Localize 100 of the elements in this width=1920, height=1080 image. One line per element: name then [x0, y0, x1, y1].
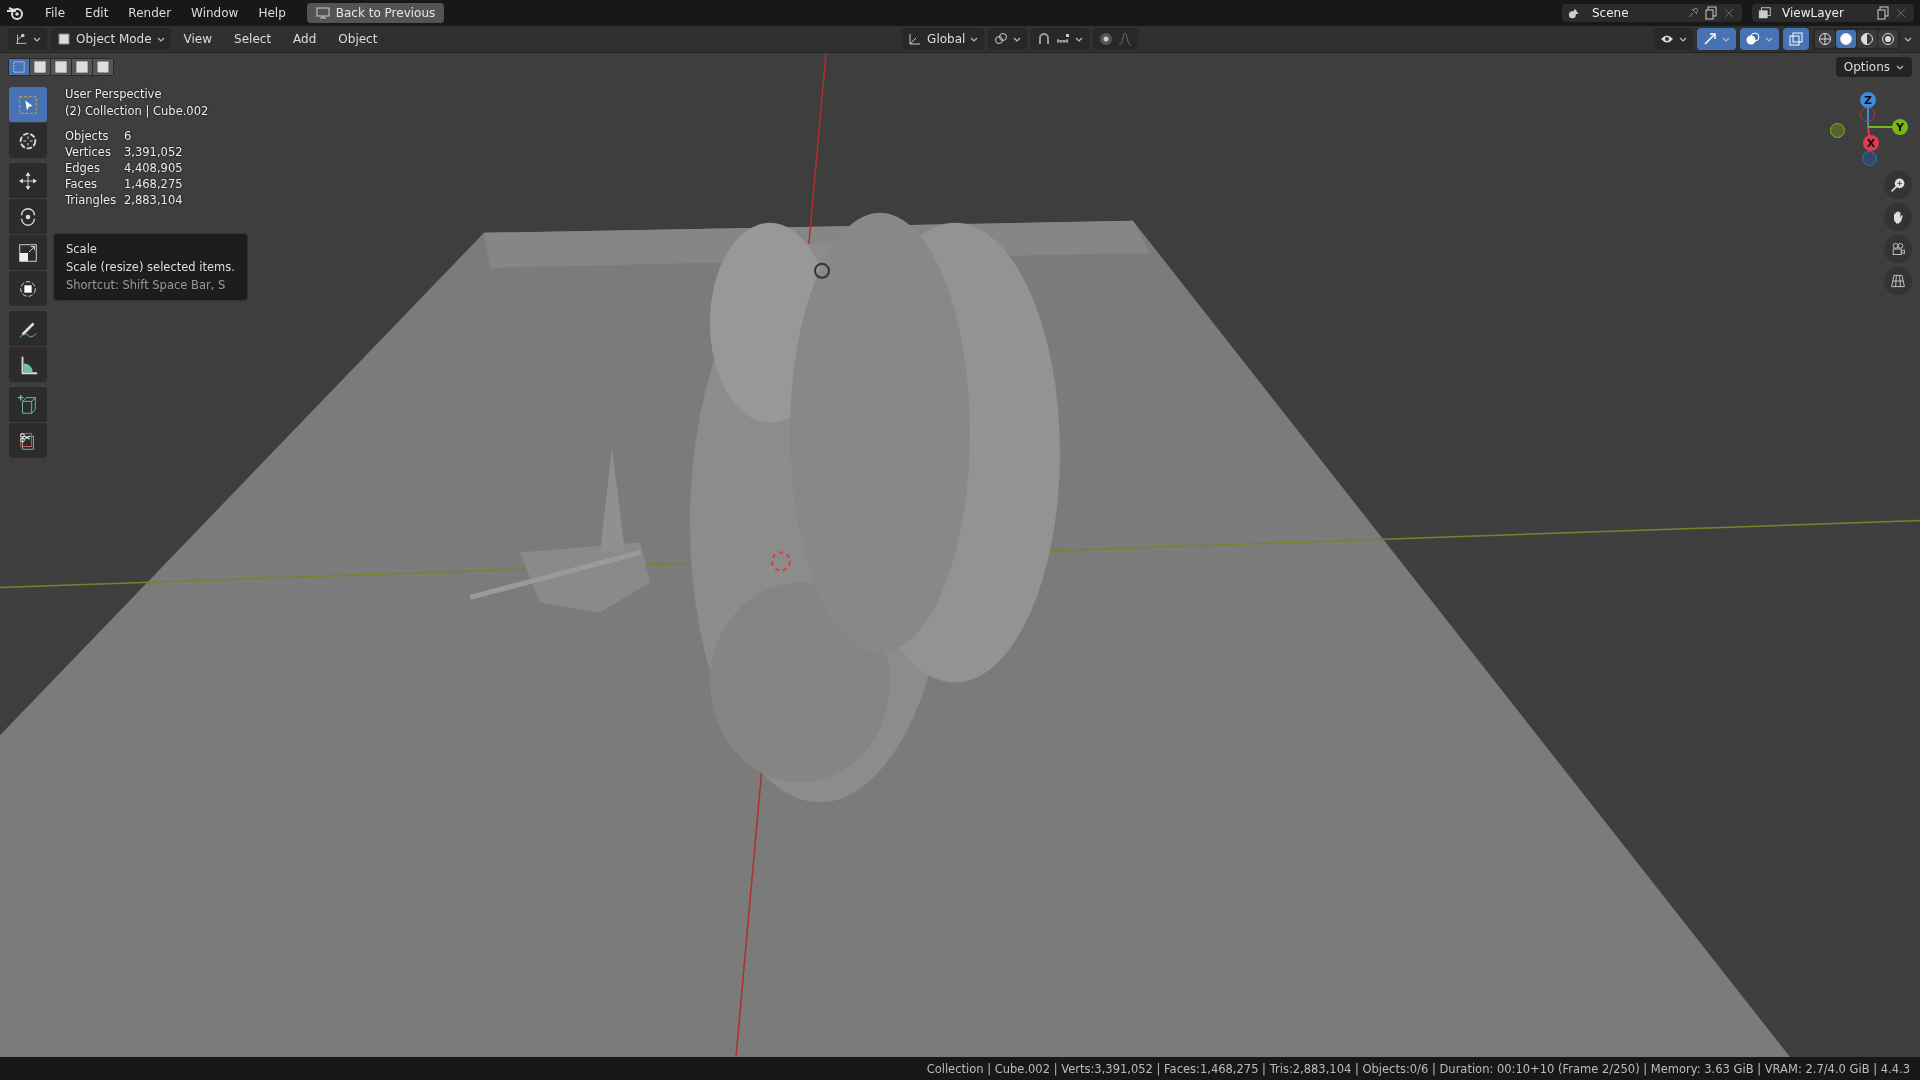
- squares-icon: [76, 61, 88, 73]
- caret-icon[interactable]: [1904, 36, 1912, 42]
- stat-label: Edges: [65, 161, 101, 175]
- mode-dropdown[interactable]: Object Mode: [51, 28, 171, 50]
- ruler-icon: [1056, 32, 1071, 46]
- snap-dropdown[interactable]: [1031, 28, 1090, 50]
- add-cube-tool-button[interactable]: [9, 387, 47, 422]
- editor-type-button[interactable]: [8, 28, 47, 50]
- link-icon: [994, 32, 1009, 46]
- monitor-icon: [315, 6, 330, 20]
- caret-icon: [1896, 64, 1904, 70]
- move-arrows-icon: [17, 169, 39, 192]
- stat-value: 4,408,905: [124, 161, 184, 175]
- shading-mode-button[interactable]: [1815, 30, 1835, 48]
- visibility-toggle[interactable]: [1654, 28, 1693, 50]
- circle-dot-icon: [1099, 32, 1114, 46]
- add-cube-icon: [17, 393, 39, 416]
- caret-icon: [1013, 36, 1022, 42]
- shading-mode-button[interactable]: [1857, 30, 1877, 48]
- menu-item[interactable]: Object: [329, 29, 387, 49]
- stat-value: 3,391,052: [124, 145, 184, 159]
- selection-mode-button[interactable]: [93, 59, 113, 75]
- caret-icon: [970, 36, 979, 42]
- gizmo-toggle[interactable]: [1697, 28, 1736, 50]
- menu-item[interactable]: Select: [225, 29, 281, 49]
- blender-logo-icon[interactable]: [6, 5, 26, 21]
- squares-icon: [13, 61, 25, 73]
- menu-item[interactable]: View: [174, 29, 222, 49]
- axes-icon: [908, 32, 923, 46]
- grid-icon: [1890, 272, 1906, 290]
- status-bar-text: Collection | Cube.002 | Verts:3,391,052 | Faces:1,468,275 | Tris:2,883,104 | Objects:0/6 | Duration: 00:10+10 (Frame 2/250) | Memory: 3.63 GiB | VRAM: 2.7/4.0 GiB | 4.4.3: [926, 1061, 1910, 1076]
- caret-icon: [156, 36, 165, 42]
- menu-item[interactable]: Edit: [76, 3, 118, 23]
- selection-mode-button[interactable]: [72, 59, 92, 75]
- copy-icon[interactable]: [1704, 6, 1718, 20]
- tooltip-title: Scale: [66, 242, 98, 256]
- stat-value: 6: [124, 129, 133, 143]
- squares-icon: [34, 61, 46, 73]
- xray-squares-icon: [1789, 32, 1803, 46]
- magnifier-icon: [1890, 176, 1906, 194]
- sphere-icon: [1818, 32, 1832, 46]
- falloff-curve-icon: [1118, 32, 1133, 46]
- menu-item[interactable]: Add: [284, 29, 326, 49]
- cursor-tool-button[interactable]: [9, 123, 47, 158]
- back-to-previous-button[interactable]: Back to Previous: [306, 3, 445, 23]
- close-icon[interactable]: [1894, 6, 1908, 20]
- scale-icon: [17, 241, 39, 264]
- stat-label: Faces: [65, 177, 98, 191]
- magnet-icon: [1037, 32, 1052, 46]
- cube-icon: [57, 32, 71, 46]
- proportional-edit-button[interactable]: [1093, 28, 1139, 50]
- stat-value: 2,883,104: [124, 193, 184, 207]
- overlay-toggle[interactable]: [1740, 28, 1779, 50]
- move-tool-button[interactable]: [9, 163, 47, 198]
- sphere-icon: [1839, 32, 1853, 46]
- tooltip-shortcut: Shortcut: Shift Space Bar, S: [66, 278, 227, 292]
- menu-item[interactable]: Help: [249, 3, 295, 23]
- view-layer-selector[interactable]: ViewLayer: [1752, 4, 1914, 22]
- selection-mode-button[interactable]: [51, 59, 71, 75]
- copy-icon[interactable]: [1876, 6, 1890, 20]
- caret-icon: [33, 36, 41, 42]
- rotate-tool-button[interactable]: [9, 199, 47, 234]
- cut-tool-button[interactable]: [9, 423, 47, 458]
- shading-mode-button[interactable]: [1836, 30, 1856, 48]
- axes-icon: [14, 32, 28, 46]
- transform-tool-button[interactable]: [9, 271, 47, 306]
- selection-mode-button[interactable]: [30, 59, 50, 75]
- squares-icon: [97, 61, 109, 73]
- sphere-icon: [1860, 32, 1874, 46]
- scene-selector[interactable]: Scene: [1562, 4, 1742, 22]
- caret-icon: [1765, 36, 1773, 42]
- stat-label: Triangles: [65, 193, 118, 207]
- image-stack-icon: [1758, 6, 1772, 20]
- caret-icon: [1075, 36, 1084, 42]
- menu-item[interactable]: Window: [182, 3, 248, 23]
- menu-item[interactable]: Render: [119, 3, 181, 23]
- options-dropdown[interactable]: Options: [1835, 57, 1912, 77]
- camera-icon: [1890, 240, 1906, 258]
- pin-icon[interactable]: [1686, 6, 1700, 20]
- overlay-circles-icon: [1746, 32, 1760, 46]
- menu-item[interactable]: File: [36, 3, 75, 23]
- caret-icon: [1679, 36, 1687, 42]
- caret-icon: [1722, 36, 1730, 42]
- stat-label: Objects: [65, 129, 110, 143]
- shading-mode-button[interactable]: [1878, 30, 1898, 48]
- close-icon[interactable]: [1722, 6, 1736, 20]
- stat-label: Vertices: [65, 145, 112, 159]
- pivot-dropdown[interactable]: [988, 28, 1028, 50]
- xray-toggle[interactable]: [1783, 28, 1809, 50]
- orientation-dropdown[interactable]: Global: [902, 28, 985, 50]
- annotate-tool-button[interactable]: [9, 311, 47, 346]
- active-object-label: (2) Collection | Cube.002: [65, 104, 209, 118]
- cursor-icon: [17, 93, 39, 116]
- squares-icon: [55, 61, 67, 73]
- view-name: User Perspective: [65, 87, 163, 101]
- arrow-icon: [1703, 32, 1717, 46]
- tooltip-description: Scale (resize) selected items.: [66, 260, 235, 274]
- stat-value: 1,468,275: [124, 177, 184, 191]
- scale-tool-button[interactable]: [9, 235, 47, 270]
- measure-tool-button[interactable]: [9, 347, 47, 382]
